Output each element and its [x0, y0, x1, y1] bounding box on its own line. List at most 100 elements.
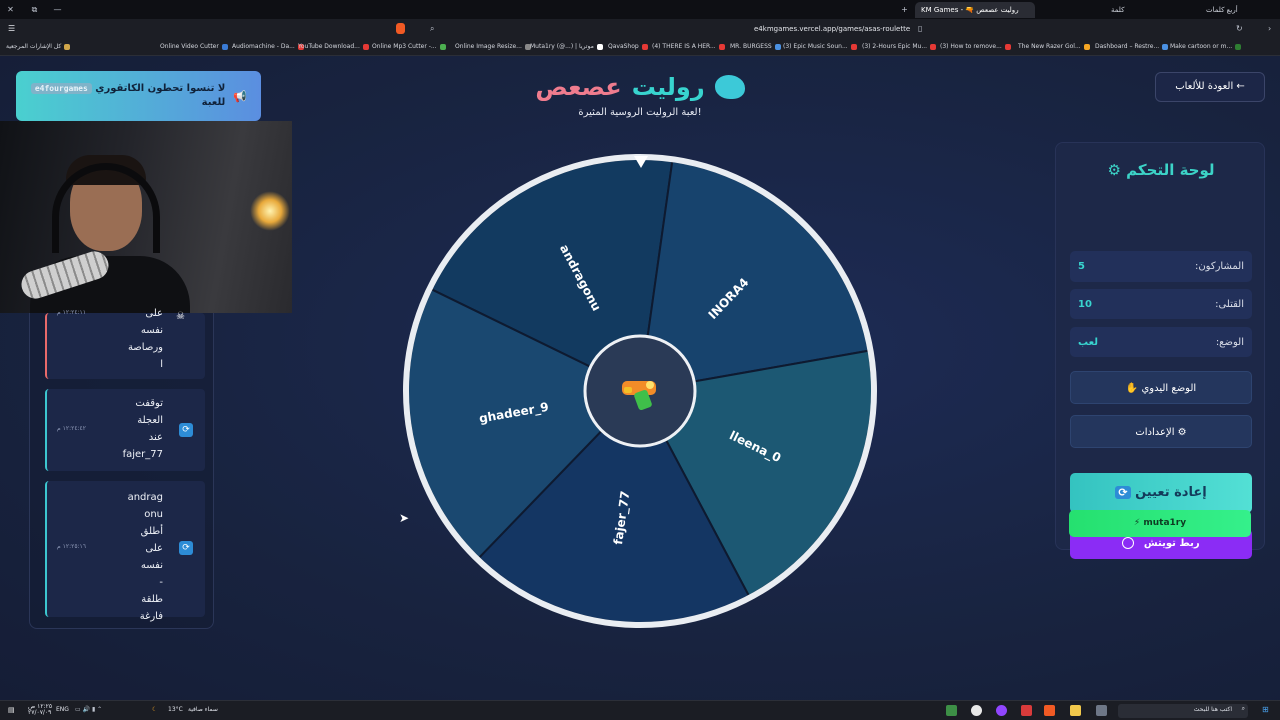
- log-line: ورصاصة: [127, 342, 163, 353]
- game-page: لا تنسوا تحطون الكاتقوري e4fourgames للع…: [0, 56, 1280, 700]
- refresh-icon: ⟳: [179, 541, 193, 555]
- bookmark-item[interactable]: Muta1ry (@...) | موتريا: [530, 43, 603, 50]
- back-icon[interactable]: ›: [1268, 24, 1271, 33]
- bookmark-item[interactable]: Online Mp3 Cutter -...: [372, 43, 446, 50]
- app-icon[interactable]: [1021, 705, 1032, 716]
- language-indicator[interactable]: ENG: [56, 706, 69, 713]
- log-line: طلقة: [141, 594, 163, 605]
- weather-temp[interactable]: 13°C: [168, 706, 183, 713]
- bookmark-item[interactable]: MR. BURGESS: [730, 43, 781, 50]
- roulette-wheel[interactable]: andragonu INORA4lleena_0fajer_77ghadeer_9: [400, 151, 880, 631]
- bookmark-item[interactable]: (4) THERE IS A HER...: [652, 43, 725, 50]
- log-line: أطلق: [140, 526, 163, 537]
- reset-button[interactable]: إعادة تعيين ⟳: [1070, 473, 1252, 513]
- new-tab-icon[interactable]: +: [900, 5, 909, 14]
- search-icon[interactable]: ⌕: [430, 24, 434, 34]
- category-notice: لا تنسوا تحطون الكاتقوري e4fourgames للع…: [16, 71, 261, 121]
- tab-roulette[interactable]: KM Games - 🔫 روليت عصعص: [915, 2, 1035, 18]
- bookmark-favicon-icon: [596, 43, 603, 50]
- address-bar: ☰ ⌕ e4kmgames.vercel.app/games/asas-roul…: [0, 19, 1280, 39]
- bookmark-label: كل الإشارات المرجعية: [6, 43, 62, 50]
- page-title: روليت عصعص: [430, 73, 850, 101]
- notifications-icon[interactable]: ▤: [8, 706, 15, 714]
- bookmark-label: Online Image Resize...: [455, 43, 522, 50]
- log-item: andrag onu أطلق على نفسه - طلقة فارغة ١٢…: [45, 481, 205, 622]
- weather-text[interactable]: سماء صافية: [188, 706, 218, 713]
- minimize-icon[interactable]: —: [53, 5, 62, 14]
- log-line: fajer_77: [122, 449, 163, 460]
- water-gun-logo-icon: [714, 75, 745, 99]
- bookmark-favicon-icon: [362, 43, 369, 50]
- bookmark-item[interactable]: QavaShop: [608, 43, 648, 50]
- url-text[interactable]: e4kmgames.vercel.app/games/asas-roulette: [754, 25, 910, 33]
- tab-word[interactable]: كلمة: [1105, 2, 1145, 18]
- bookmark-favicon-icon: [641, 43, 648, 50]
- notice-line-2: للعبة: [201, 97, 226, 108]
- tab-label: أربع كلمات: [1206, 6, 1238, 14]
- log-time: ١٢:٢٥:١٦ م: [57, 543, 87, 550]
- bookmark-label: (4) THERE IS A HER...: [652, 43, 716, 50]
- manual-mode-button[interactable]: الوضع اليدوي ✋: [1070, 371, 1252, 404]
- bookmark-label: Online Video Cutter: [160, 43, 219, 50]
- log-line: على: [145, 308, 163, 319]
- chrome-icon[interactable]: [971, 705, 982, 716]
- folder-icon[interactable]: [1070, 705, 1081, 716]
- close-window-icon[interactable]: ✕: [6, 5, 15, 14]
- brave-shield-icon[interactable]: [396, 23, 405, 34]
- notice-line-1: لا تنسوا تحطون الكاتقوري: [95, 83, 226, 94]
- bookmark-label: QavaShop: [608, 43, 639, 50]
- bookmark-favicon-icon: [221, 43, 228, 50]
- bookmark-item[interactable]: كل الإشارات المرجعية: [6, 43, 71, 50]
- log-line: نفسه: [140, 325, 163, 336]
- task-view-icon[interactable]: [1096, 705, 1107, 716]
- obs-icon[interactable]: [996, 705, 1007, 716]
- log-line: نفسه: [140, 560, 163, 571]
- bookmark-label: YouTube Download...: [298, 43, 360, 50]
- bookmark-favicon-icon: [850, 43, 857, 50]
- bookmark-item[interactable]: (3) Epic Music Soun...: [783, 43, 857, 50]
- bookmark-favicon-icon: [1004, 43, 1011, 50]
- app-icon[interactable]: [946, 705, 957, 716]
- log-message: توقفت العجلة عند fajer_77: [123, 395, 163, 463]
- log-line: العجلة: [137, 415, 163, 426]
- bookmark-item[interactable]: Online Video Cutter: [160, 43, 228, 50]
- window-menu-icon[interactable]: ⧉: [30, 5, 39, 14]
- bookmark-item[interactable]: (3) 2-Hours Epic Mu...: [862, 43, 937, 50]
- log-line: توقفت: [135, 398, 163, 409]
- tray-icons[interactable]: ▭ 🔊 ▮ ⌃: [75, 706, 102, 713]
- clock[interactable]: ١٢:٢٥ ص ٢٧/٠٧/٠٩: [28, 704, 52, 716]
- bookmark-label: (3) How to remove...: [940, 43, 1002, 50]
- bookmark-favicon-icon: [1235, 43, 1242, 50]
- bookmark-label: (3) Epic Music Soun...: [783, 43, 848, 50]
- bookmark-favicon-icon: [1162, 43, 1169, 50]
- settings-button[interactable]: ⚙ الإعدادات: [1070, 415, 1252, 448]
- bookmark-item[interactable]: The New Razer Gol...: [1018, 43, 1090, 50]
- taskbar-search[interactable]: اكتب هنا للبحث ⌕: [1118, 704, 1248, 718]
- event-log[interactable]: على نفسه ورصاصة ا ١٢:٢٤:١١ م توقفت العجل…: [29, 308, 214, 629]
- log-time: ١٢:٢٤:١١ م: [57, 309, 87, 316]
- bookmark-item[interactable]: Make cartoon or m...: [1170, 43, 1242, 50]
- tab-label: KM Games - 🔫 روليت عصعص: [921, 6, 1019, 14]
- menu-icon[interactable]: ☰: [8, 24, 15, 33]
- log-item: على نفسه ورصاصة ا ١٢:٢٤:١١ م: [45, 308, 205, 379]
- stat-value: 10: [1078, 298, 1092, 310]
- bookmark-item[interactable]: Audiomachine - Da...: [232, 43, 304, 50]
- bookmark-item[interactable]: Dashboard – Restre...: [1095, 43, 1169, 50]
- log-line: فارغة: [139, 611, 163, 622]
- reload-icon[interactable]: ↻: [1236, 24, 1243, 33]
- bookmark-icon[interactable]: ▯: [918, 24, 922, 33]
- bookmark-item[interactable]: YouTube Download...: [298, 43, 369, 50]
- bookmark-label: (3) 2-Hours Epic Mu...: [862, 43, 928, 50]
- start-icon[interactable]: ⊞: [1262, 705, 1269, 714]
- log-line: -: [159, 577, 163, 588]
- bookmark-item[interactable]: (3) How to remove...: [940, 43, 1011, 50]
- brave-icon[interactable]: [1044, 705, 1055, 716]
- control-panel: لوحة التحكم ⚙ 5 المشاركون: 10 القتلى: لع…: [1055, 142, 1265, 559]
- channel-button[interactable]: muta1ry ⚡: [1069, 510, 1251, 537]
- skull-icon: ☠: [176, 311, 185, 322]
- refresh-icon: ⟳: [179, 423, 193, 437]
- back-to-games-button[interactable]: ← العودة للألعاب: [1155, 72, 1265, 102]
- bookmark-item[interactable]: Online Image Resize...: [455, 43, 531, 50]
- tab-four-words[interactable]: أربع كلمات: [1200, 2, 1270, 18]
- log-line: عند: [148, 432, 163, 443]
